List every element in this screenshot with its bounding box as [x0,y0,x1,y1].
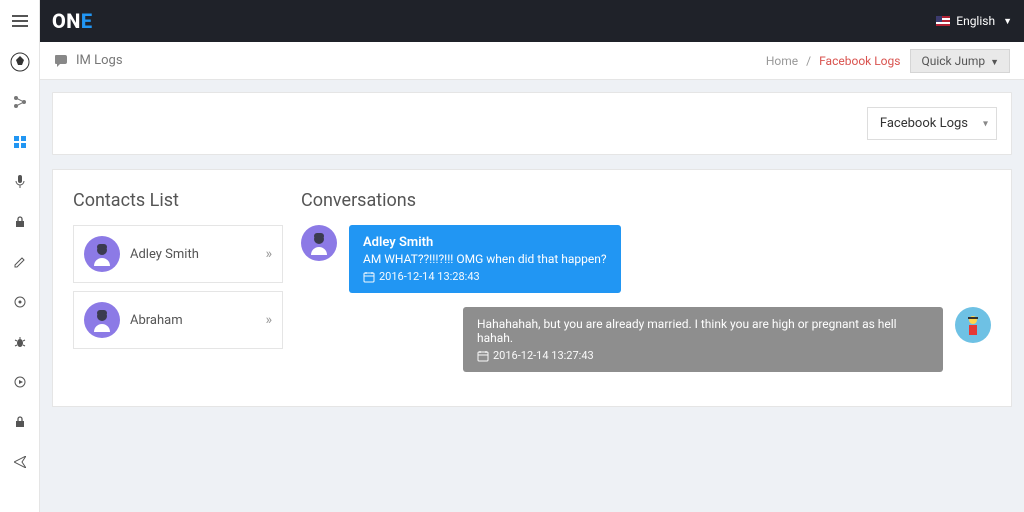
chevron-right-icon: » [265,312,272,328]
page-title-text: IM Logs [76,53,123,68]
breadcrumb-home[interactable]: Home [766,54,798,68]
padlock-icon[interactable] [0,402,40,442]
message-meta: 2016-12-14 13:28:43 [363,270,607,283]
soccer-icon[interactable] [0,42,40,82]
avatar [301,225,337,261]
message-text: Hahahahah, but you are already married. … [477,317,929,345]
message-row-outgoing: Hahahahah, but you are already married. … [301,307,991,372]
share-icon[interactable] [0,82,40,122]
flag-icon [936,16,950,26]
breadcrumb-bar: IM Logs Home / Facebook Logs Quick Jump … [40,42,1024,80]
message-row-incoming: Adley Smith AM WHAT??!!!?!!! OMG when di… [301,225,991,293]
chat-icon [54,54,70,68]
avatar [84,302,120,338]
avatar [84,236,120,272]
breadcrumb-sep: / [806,54,811,68]
contact-name: Abraham [130,313,255,328]
play-icon[interactable] [0,362,40,402]
conversations-column: Conversations Adley Smith AM WHAT??!!!?!… [301,190,991,386]
message-sender: Adley Smith [363,235,607,250]
contacts-column: Contacts List Adley Smith » Abraham » [73,190,283,386]
left-sidebar [0,0,40,512]
hamburger-menu[interactable] [0,0,40,42]
contact-name: Adley Smith [130,247,255,262]
quick-jump-button[interactable]: Quick Jump ▼ [910,49,1010,73]
topbar: ONE English ▼ [40,0,1024,42]
select-value: Facebook Logs [880,116,968,131]
contact-item[interactable]: Adley Smith » [73,225,283,283]
grid-icon[interactable] [0,122,40,162]
message-bubble: Hahahahah, but you are already married. … [463,307,943,372]
lock-icon[interactable] [0,202,40,242]
logo-text-accent: E [81,9,93,33]
chevron-right-icon: » [265,246,272,262]
chevron-down-icon: ▼ [990,58,999,68]
main-content: Facebook Logs Contacts List Adley Smith … [40,80,1024,419]
message-time: 2016-12-14 13:28:43 [379,270,480,283]
send-icon[interactable] [0,442,40,482]
contact-item[interactable]: Abraham » [73,291,283,349]
language-label: English [956,14,995,28]
message-bubble: Adley Smith AM WHAT??!!!?!!! OMG when di… [349,225,621,293]
edit-icon[interactable] [0,242,40,282]
avatar [955,307,991,343]
breadcrumb-current: Facebook Logs [819,54,900,68]
message-meta: 2016-12-14 13:27:43 [477,349,929,362]
target-icon[interactable] [0,282,40,322]
quick-jump-label: Quick Jump [921,54,985,68]
chevron-down-icon: ▼ [1003,16,1012,27]
language-selector[interactable]: English ▼ [936,14,1012,28]
calendar-icon [477,350,489,362]
app-logo[interactable]: ONE [52,9,93,33]
contacts-heading: Contacts List [73,190,283,211]
message-text: AM WHAT??!!!?!!! OMG when did that happe… [363,252,607,266]
bug-icon[interactable] [0,322,40,362]
conversations-heading: Conversations [301,190,991,211]
page-title: IM Logs [54,53,123,68]
calendar-icon [363,271,375,283]
log-type-select[interactable]: Facebook Logs [867,107,997,140]
workspace-panel: Contacts List Adley Smith » Abraham » Co… [52,169,1012,407]
breadcrumb: Home / Facebook Logs [766,54,901,68]
mic-icon[interactable] [0,162,40,202]
message-time: 2016-12-14 13:27:43 [493,349,594,362]
filter-panel: Facebook Logs [52,92,1012,155]
logo-text-main: ON [52,9,81,33]
